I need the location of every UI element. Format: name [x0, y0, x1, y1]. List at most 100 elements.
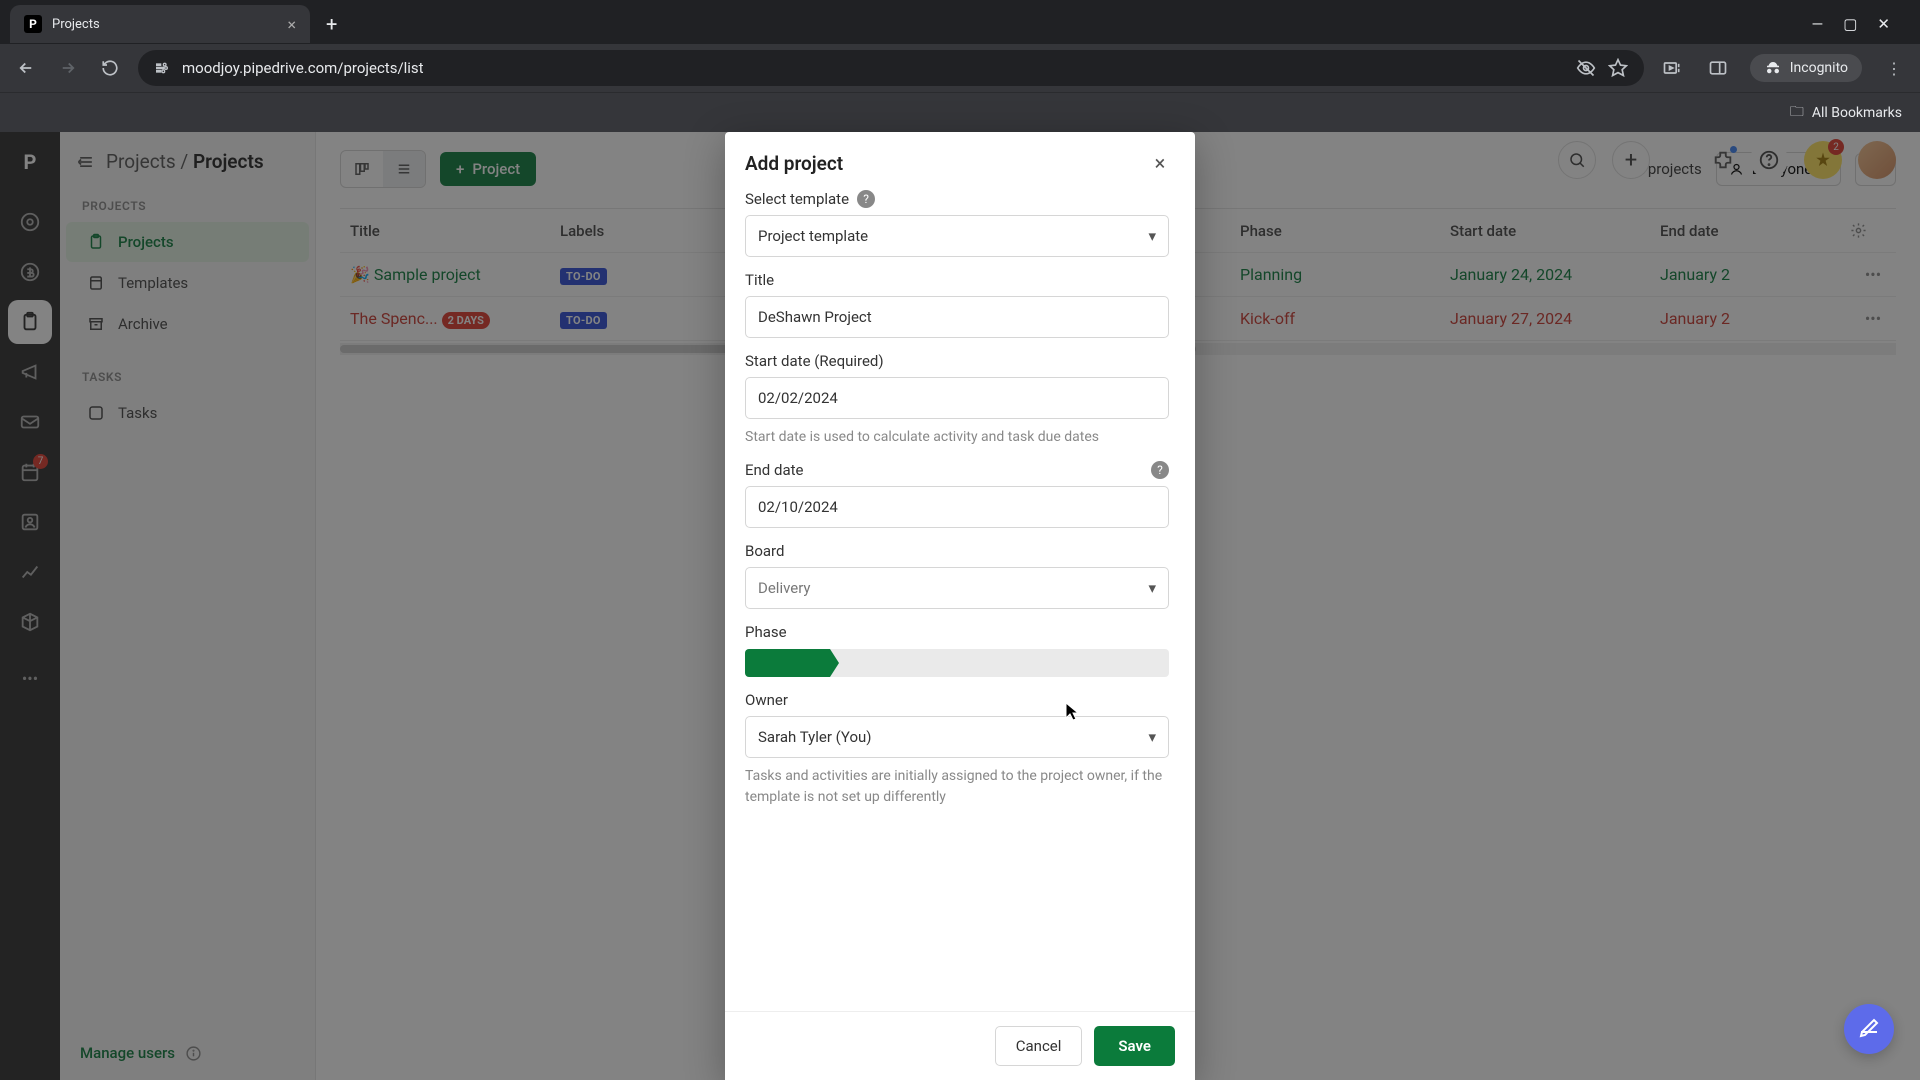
archive-icon [86, 314, 106, 334]
rail-contacts[interactable] [8, 500, 52, 544]
owner-hint: Tasks and activities are initially assig… [745, 766, 1169, 807]
window-controls: — ▢ ✕ [1812, 15, 1910, 33]
url-bar[interactable]: moodjoy.pipedrive.com/projects/list [138, 50, 1644, 86]
template-select[interactable]: Project template ▾ [745, 215, 1169, 257]
sidebar: Projects / Projects PROJECTS Projects Te… [60, 132, 316, 1080]
row-more-icon[interactable]: ••• [1850, 265, 1896, 284]
back-icon[interactable] [12, 54, 40, 82]
modal-footer: Cancel Save [725, 1011, 1195, 1080]
rail-products[interactable] [8, 600, 52, 644]
tab-title: Projects [52, 17, 277, 32]
maximize-icon[interactable]: ▢ [1843, 15, 1857, 33]
project-link[interactable]: The Spenc... [350, 309, 438, 328]
phase-segment[interactable] [915, 649, 1000, 677]
sidebar-item-archive[interactable]: Archive [66, 304, 309, 344]
rail-focus[interactable] [8, 200, 52, 244]
rail-badge: 7 [33, 454, 48, 469]
col-phase[interactable]: Phase [1230, 214, 1440, 248]
avatar[interactable] [1858, 141, 1896, 179]
help-icon[interactable]: ? [857, 190, 875, 208]
save-button[interactable]: Save [1094, 1026, 1175, 1066]
sidebar-item-templates[interactable]: Templates [66, 263, 309, 303]
sidebar-item-label: Templates [118, 274, 188, 292]
close-window-icon[interactable]: ✕ [1877, 15, 1890, 33]
rail-deals[interactable] [8, 250, 52, 294]
label-end-date: End date ? [745, 461, 1169, 479]
label-board: Board [745, 542, 1169, 560]
site-settings-icon[interactable] [154, 60, 170, 76]
date-link[interactable]: January 2 [1660, 309, 1730, 328]
close-icon[interactable]: × [287, 15, 296, 34]
rail-campaigns[interactable] [8, 350, 52, 394]
phase-segment[interactable] [745, 649, 830, 677]
rail-insights[interactable] [8, 550, 52, 594]
board-select[interactable]: Delivery ▾ [745, 567, 1169, 609]
incognito-chip[interactable]: Incognito [1750, 54, 1862, 82]
rail-projects[interactable] [8, 300, 52, 344]
bookmark-star-icon[interactable] [1608, 58, 1628, 78]
col-title[interactable]: Title [340, 214, 550, 248]
eye-off-icon[interactable] [1576, 58, 1596, 78]
tab-favicon: P [24, 15, 42, 33]
help-fab[interactable] [1844, 1004, 1894, 1054]
extensions-icon[interactable] [1712, 149, 1734, 171]
template-icon [86, 273, 106, 293]
owner-select[interactable]: Sarah Tyler (You) ▾ [745, 716, 1169, 758]
cancel-button[interactable]: Cancel [995, 1026, 1083, 1066]
browser-tab[interactable]: P Projects × [10, 5, 310, 43]
row-more-icon[interactable]: ••• [1850, 309, 1896, 328]
incognito-label: Incognito [1790, 60, 1848, 76]
sidebar-item-label: Tasks [118, 404, 157, 422]
app-logo[interactable]: P [12, 144, 48, 180]
close-icon[interactable]: × [1145, 148, 1175, 178]
info-icon [185, 1045, 202, 1062]
col-start[interactable]: Start date [1440, 214, 1650, 248]
sidebar-item-projects[interactable]: Projects [66, 222, 309, 262]
help-icon[interactable]: ? [1151, 461, 1169, 479]
date-link[interactable]: January 27, 2024 [1450, 309, 1572, 328]
list-view-icon[interactable] [383, 151, 425, 187]
manage-users-link[interactable]: Manage users [80, 1044, 202, 1062]
rail-mail[interactable] [8, 400, 52, 444]
section-tasks: TASKS [60, 362, 315, 392]
project-link[interactable]: Sample project [374, 265, 481, 284]
new-tab-button[interactable]: + [312, 12, 351, 36]
sidepanel-icon[interactable] [1704, 54, 1732, 82]
tab-strip: P Projects × + — ▢ ✕ [0, 0, 1920, 44]
end-date-input[interactable]: 02/10/2024 [745, 486, 1169, 528]
phase-link[interactable]: Planning [1240, 265, 1302, 284]
media-icon[interactable] [1658, 54, 1686, 82]
search-button[interactable] [1558, 141, 1596, 179]
table-settings-icon[interactable] [1850, 222, 1896, 239]
phase-segment[interactable] [999, 649, 1084, 677]
phase-selector[interactable] [745, 649, 1169, 677]
rail-more[interactable]: ••• [8, 656, 52, 700]
collapse-sidebar-icon[interactable] [76, 152, 96, 172]
minimize-icon[interactable]: — [1812, 15, 1824, 33]
add-project-button[interactable]: + Project [440, 152, 536, 186]
date-link[interactable]: January 2 [1660, 265, 1730, 284]
alert-count: 2 [1828, 139, 1844, 155]
label-badge: TO-DO [560, 268, 607, 285]
label-template: Select template ? [745, 190, 1169, 208]
reload-icon[interactable] [96, 54, 124, 82]
date-link[interactable]: January 24, 2024 [1450, 265, 1572, 284]
all-bookmarks[interactable]: All Bookmarks [1812, 105, 1902, 121]
help-button[interactable] [1750, 141, 1788, 179]
phase-link[interactable]: Kick-off [1240, 309, 1295, 328]
title-input[interactable]: DeShawn Project [745, 296, 1169, 338]
sidebar-item-tasks[interactable]: Tasks [66, 393, 309, 433]
label-owner: Owner [745, 691, 1169, 709]
rail-activities[interactable]: 7 [8, 450, 52, 494]
alerts-button[interactable]: 2 [1804, 141, 1842, 179]
phase-segment[interactable] [1084, 649, 1169, 677]
breadcrumb-text: Projects / Projects [106, 150, 264, 173]
browser-menu-icon[interactable]: ⋮ [1880, 54, 1908, 82]
quick-add-button[interactable]: + [1612, 141, 1650, 179]
checkbox-icon [86, 403, 106, 423]
board-view-icon[interactable] [341, 151, 383, 187]
phase-segment[interactable] [830, 649, 915, 677]
sidebar-item-label: Archive [118, 315, 168, 333]
col-end[interactable]: End date [1650, 214, 1850, 248]
start-date-input[interactable]: 02/02/2024 [745, 377, 1169, 419]
